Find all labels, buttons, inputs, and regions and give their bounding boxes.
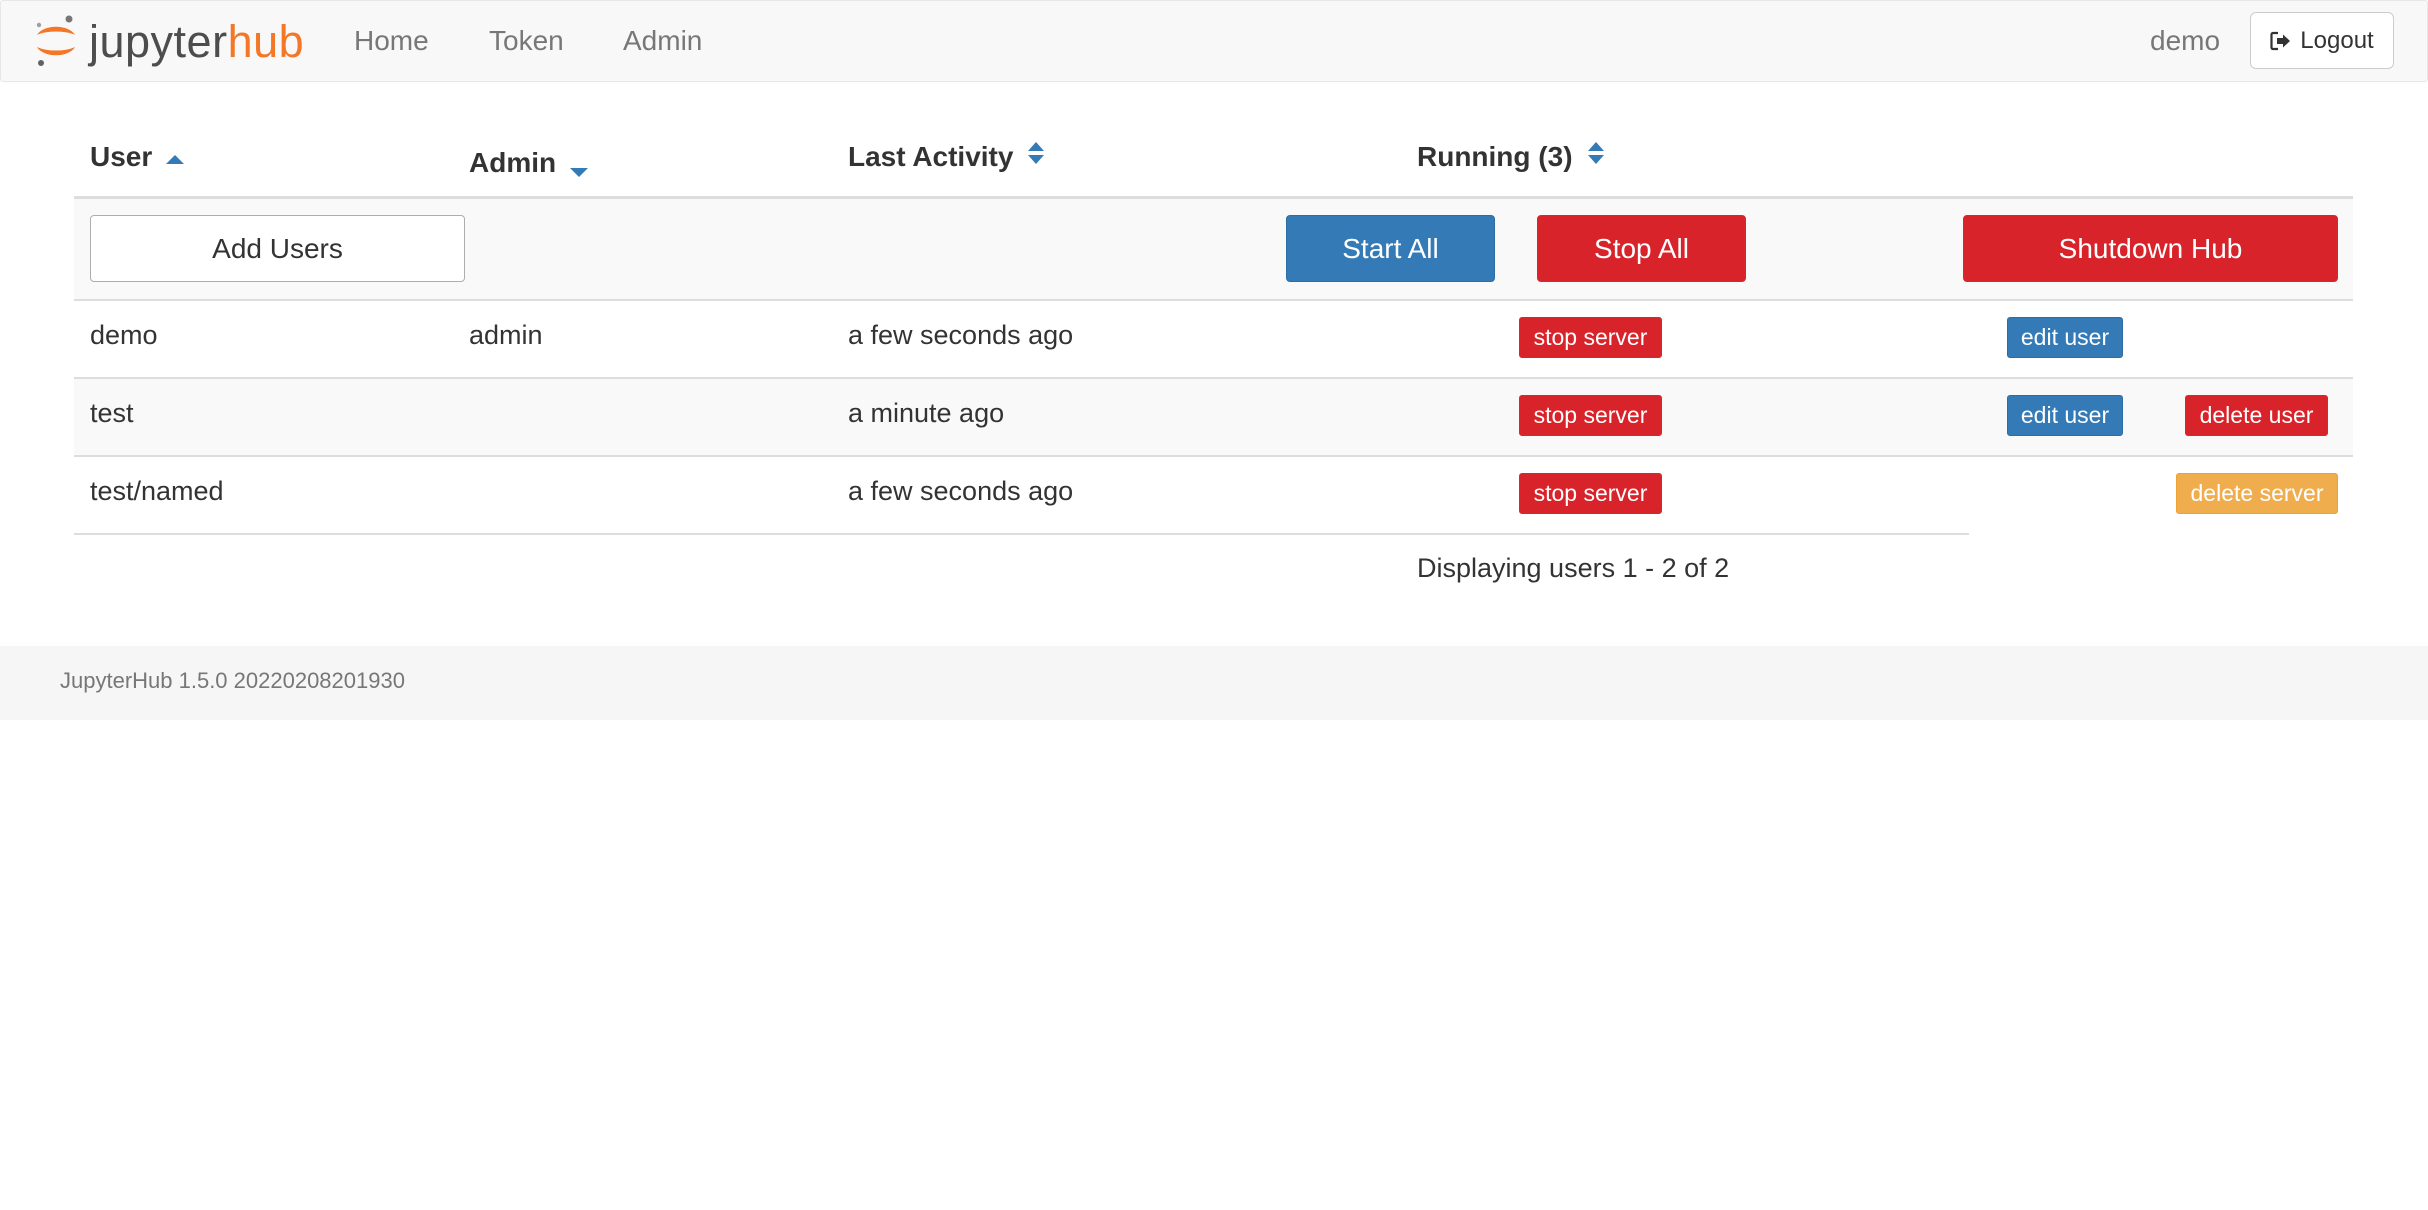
- column-header-last-activity[interactable]: Last Activity: [848, 140, 1045, 174]
- top-navbar: jupyterhub Home Token Admin demo Logout: [0, 0, 2428, 82]
- row2-stop-server-button[interactable]: stop server: [1519, 395, 1662, 436]
- shutdown-hub-button[interactable]: Shutdown Hub: [1963, 215, 2338, 282]
- jupyter-logo-icon: [36, 15, 75, 66]
- header-last-activity-label: Last Activity: [848, 141, 1014, 172]
- nav-token-link[interactable]: Token: [489, 25, 564, 57]
- header-running-label: Running (3): [1417, 141, 1573, 172]
- row1-last-activity: a few seconds ago: [848, 320, 1074, 350]
- row2-delete-user-button[interactable]: delete user: [2185, 395, 2328, 436]
- logo-wordmark: jupyterhub: [89, 19, 304, 65]
- row1-edit-user-button[interactable]: edit user: [2007, 317, 2123, 358]
- column-header-running[interactable]: Running (3): [1417, 140, 1605, 174]
- header-user-label: User: [90, 141, 153, 172]
- logout-button[interactable]: Logout: [2250, 12, 2394, 69]
- sign-out-icon: [2270, 31, 2291, 50]
- row1-stop-server-button[interactable]: stop server: [1519, 317, 1662, 358]
- row2-edit-user-button[interactable]: edit user: [2007, 395, 2123, 436]
- row3-last-activity: a few seconds ago: [848, 476, 1074, 506]
- row3-user: test/named: [90, 476, 224, 506]
- sort-both-icon[interactable]: [1027, 140, 1045, 174]
- nav-home-link[interactable]: Home: [354, 25, 429, 57]
- column-header-user[interactable]: User: [90, 140, 185, 174]
- sort-both-icon[interactable]: [1587, 140, 1605, 174]
- nav-admin-link[interactable]: Admin: [623, 25, 702, 57]
- jupyterhub-logo[interactable]: jupyterhub: [31, 15, 327, 69]
- row1-admin: admin: [469, 320, 543, 350]
- sort-asc-icon[interactable]: [166, 140, 185, 174]
- header-admin-label: Admin: [469, 147, 557, 178]
- row2-user: test: [90, 398, 134, 428]
- table-bottom-divider: [74, 533, 1969, 535]
- row3-stop-server-button[interactable]: stop server: [1519, 473, 1662, 514]
- sort-desc-icon[interactable]: [570, 140, 589, 186]
- add-users-button[interactable]: Add Users: [90, 215, 465, 282]
- row-divider: [74, 299, 2353, 301]
- stop-all-button[interactable]: Stop All: [1537, 215, 1746, 282]
- pagination-info: Displaying users 1 - 2 of 2: [1417, 553, 1730, 583]
- footer: JupyterHub 1.5.0 20220208201930: [0, 646, 2428, 720]
- nav-username: demo: [2150, 25, 2221, 56]
- column-header-admin[interactable]: Admin: [469, 140, 589, 186]
- logout-label: Logout: [2300, 26, 2374, 54]
- row2-last-activity: a minute ago: [848, 398, 1005, 428]
- logo-text-jupyter: jupyter: [89, 16, 228, 67]
- start-all-button[interactable]: Start All: [1286, 215, 1495, 282]
- row3-delete-server-button[interactable]: delete server: [2176, 473, 2338, 514]
- row1-user: demo: [90, 320, 158, 350]
- logo-text-hub: hub: [227, 16, 305, 67]
- row-divider: [74, 455, 2353, 457]
- version-text: JupyterHub 1.5.0 20220208201930: [60, 668, 405, 693]
